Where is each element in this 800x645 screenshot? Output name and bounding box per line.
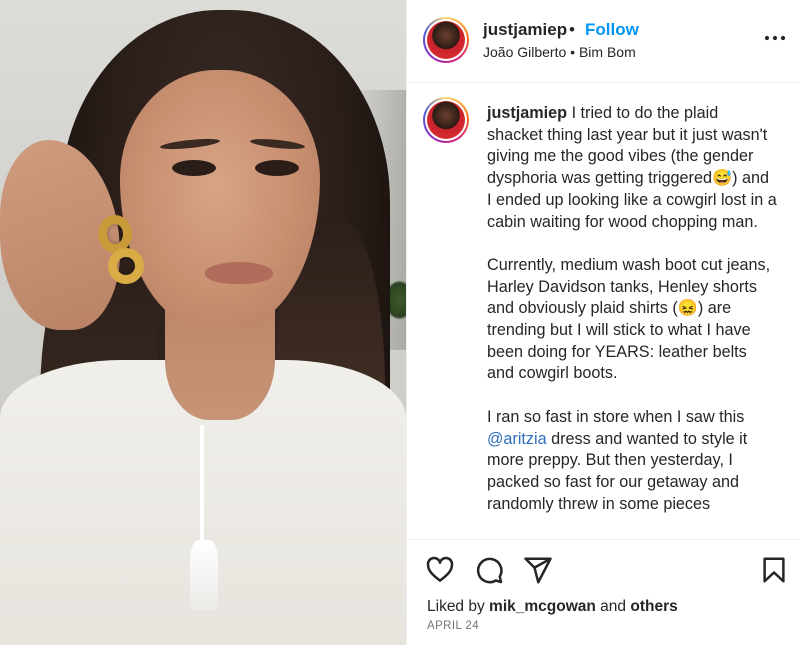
caption-paragraph-1-text: I tried to do the plaid shacket thing la… [487, 104, 777, 231]
mention-link[interactable]: @aritzia [487, 430, 547, 448]
heart-icon[interactable] [425, 555, 455, 585]
photo-eye-left [172, 160, 216, 176]
caption-text: justjamiep I tried to do the plaid shack… [487, 103, 777, 537]
liked-and: and [600, 598, 627, 615]
post-media-photo[interactable] [0, 0, 406, 645]
liked-by-user-link[interactable]: mik_mcgowan [489, 598, 596, 615]
photo-blouse-tie [200, 425, 204, 545]
post-actions: Liked by mik_mcgowan and others APRIL 24 [407, 539, 800, 645]
liked-prefix: Liked by [427, 598, 485, 615]
follow-button[interactable]: Follow [585, 20, 639, 40]
caption-profile-picture [427, 101, 465, 139]
photo-blouse-tassel [190, 540, 218, 610]
audio-track-link[interactable]: João Gilberto • Bim Bom [483, 44, 636, 60]
caption-paragraph-1: justjamiep I tried to do the plaid shack… [487, 103, 777, 233]
author-username[interactable]: justjamiep [483, 20, 567, 40]
post-header: justjamiep • Follow João Gilberto • Bim … [407, 0, 800, 83]
caption-section: justjamiep I tried to do the plaid shack… [407, 84, 800, 539]
bookmark-icon[interactable] [759, 555, 789, 585]
post-date[interactable]: APRIL 24 [427, 620, 479, 632]
photo-eye-right [255, 160, 299, 176]
caption-paragraph-3-pre: I ran so fast in store when I saw this [487, 407, 745, 426]
caption-paragraph-2: Currently, medium wash boot cut jeans, H… [487, 255, 771, 383]
caption-paragraph-3: I ran so fast in store when I saw this @… [487, 407, 777, 516]
share-icon[interactable] [523, 555, 553, 585]
likes-summary: Liked by mik_mcgowan and others [427, 598, 678, 616]
photo-lips [205, 262, 273, 284]
liked-others-link[interactable]: others [630, 598, 677, 615]
more-icon[interactable] [763, 28, 787, 48]
photo-earring-bottom [108, 248, 144, 284]
caption-username[interactable]: justjamiep [487, 104, 567, 122]
separator-dot: • [569, 20, 575, 39]
photo-face [120, 70, 320, 330]
profile-picture [427, 21, 465, 59]
post-details-panel: justjamiep • Follow João Gilberto • Bim … [406, 0, 800, 645]
avatar[interactable] [423, 17, 469, 63]
comment-icon[interactable] [474, 555, 504, 585]
caption-avatar[interactable] [423, 97, 469, 143]
